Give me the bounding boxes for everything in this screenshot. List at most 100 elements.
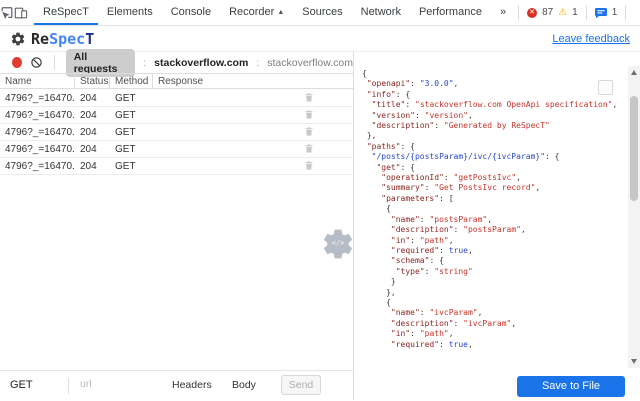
devtools-tab-strip: ReSpecTElements Console Recorder▲ Sources Ne… <box>34 0 515 25</box>
filter-domain-primary[interactable]: stackoverflow.com <box>154 57 248 69</box>
warning-count: 1 <box>572 7 578 18</box>
panel-resize-gear-code-icon[interactable]: </> <box>320 226 356 262</box>
inspect-element-icon[interactable] <box>0 0 14 25</box>
headers-tab[interactable]: Headers <box>172 379 212 391</box>
cell-method: GET <box>110 110 153 121</box>
delete-request-button[interactable] <box>304 143 314 154</box>
send-button[interactable]: Send <box>281 375 321 395</box>
cell-status: 204 <box>75 110 110 121</box>
app-title: ReSpecT <box>31 30 94 48</box>
cell-name: 4796?_=16470... <box>0 110 75 121</box>
tab-console[interactable]: Console <box>162 0 220 25</box>
table-row[interactable]: 4796?_=16470...204GET <box>0 158 353 175</box>
code-line: "title": "stackoverflow.com OpenApi spec… <box>362 100 626 110</box>
tab-performance[interactable]: Performance <box>410 0 491 25</box>
code-line: "in": "path", <box>362 329 626 339</box>
cell-status: 204 <box>75 144 110 155</box>
column-status[interactable]: Status <box>75 74 110 89</box>
tab-elements[interactable]: Elements <box>98 0 162 25</box>
cell-method: GET <box>110 144 153 155</box>
cell-status: 204 <box>75 93 110 104</box>
scroll-up-icon[interactable] <box>631 70 637 75</box>
code-line: "schema": { <box>362 256 626 266</box>
cell-status: 204 <box>75 127 110 138</box>
method-select[interactable]: GET <box>10 379 33 391</box>
json-code[interactable]: { "openapi": "3.0.0", "info": { "title":… <box>354 52 628 350</box>
tab-recorder[interactable]: Recorder▲ <box>220 0 293 25</box>
record-button[interactable] <box>12 57 22 68</box>
table-row[interactable]: 4796?_=16470...204GET <box>0 90 353 107</box>
code-line: "name": "ivcParam", <box>362 308 626 318</box>
tab-label: » <box>500 0 506 25</box>
device-toolbar-icon[interactable] <box>14 0 28 25</box>
scroll-down-icon[interactable] <box>631 359 637 364</box>
request-table-header: Name Status Method Response <box>0 73 353 89</box>
checkbox[interactable] <box>598 80 613 95</box>
delete-request-button[interactable] <box>304 126 314 137</box>
issues-count: 1 <box>612 7 618 18</box>
code-line: "name": "postsParam", <box>362 215 626 225</box>
tab-sources[interactable]: Sources <box>293 0 351 25</box>
tab-label: Console <box>171 0 211 25</box>
column-method[interactable]: Method <box>110 74 153 89</box>
code-line: { <box>362 204 626 214</box>
openapi-spec-panel: { "openapi": "3.0.0", "info": { "title":… <box>353 52 640 400</box>
delete-request-button[interactable] <box>304 160 314 171</box>
filter-domain-secondary[interactable]: stackoverflow.com <box>267 57 353 69</box>
body-tab[interactable]: Body <box>232 379 256 391</box>
filter-separator: : <box>256 57 259 69</box>
tab-network[interactable]: Network <box>352 0 410 25</box>
code-line: "version": "version", <box>362 111 626 121</box>
tab-label: Network <box>361 0 401 25</box>
scrollbar[interactable] <box>628 66 640 368</box>
column-response[interactable]: Response <box>153 74 353 89</box>
filter-separator: : <box>143 57 146 69</box>
respect-logo: ReSpecT <box>10 30 94 48</box>
code-line: "summary": "Get PostsIvc record", <box>362 183 626 193</box>
code-line: }, <box>362 288 626 298</box>
request-rows: 4796?_=16470...204GET4796?_=16470...204G… <box>0 90 353 175</box>
cell-name: 4796?_=16470... <box>0 144 75 155</box>
code-line: "/posts/{postsParam}/ivc/{ivcParam}": { <box>362 152 626 162</box>
settings-gear-icon[interactable] <box>634 0 640 25</box>
warning-icon: ▲ <box>277 0 284 25</box>
error-badge-icon[interactable]: ✕ <box>527 8 537 18</box>
code-line: "paths": { <box>362 142 626 152</box>
table-row[interactable]: 4796?_=16470...204GET <box>0 141 353 158</box>
url-input[interactable] <box>78 377 162 391</box>
code-line: "info": { <box>362 90 626 100</box>
issues-icon[interactable] <box>595 8 607 18</box>
table-row[interactable]: 4796?_=16470...204GET <box>0 107 353 124</box>
tab-label: Performance <box>419 0 482 25</box>
warning-badge-icon[interactable]: ⚠ <box>558 8 567 18</box>
tab-label: Sources <box>302 0 342 25</box>
code-line: "description": "ivcParam", <box>362 319 626 329</box>
code-line: } <box>362 277 626 287</box>
capture-toolbar: All requests : stackoverflow.com : stack… <box>0 52 353 73</box>
divider <box>625 5 626 20</box>
delete-request-button[interactable] <box>304 109 314 120</box>
divider <box>54 55 55 70</box>
save-to-file-button[interactable]: Save to File <box>517 376 625 397</box>
code-line: }, <box>362 131 626 141</box>
code-line: "operationId": "getPostsIvc", <box>362 173 626 183</box>
column-name[interactable]: Name <box>0 74 75 89</box>
leave-feedback-link[interactable]: Leave feedback <box>552 33 630 45</box>
cell-method: GET <box>110 161 153 172</box>
tabbar-right-controls: ✕ 87 ⚠ 1 1 ⋮ <box>515 0 640 25</box>
cell-method: GET <box>110 127 153 138</box>
code-line: { <box>362 298 626 308</box>
code-line: "required": true, <box>362 340 626 350</box>
scrollbar-thumb[interactable] <box>630 96 638 201</box>
tab-respect[interactable]: ReSpecT <box>34 0 98 25</box>
gear-logo-icon <box>10 31 26 47</box>
cell-status: 204 <box>75 161 110 172</box>
delete-request-button[interactable] <box>304 92 314 103</box>
divider <box>68 378 69 394</box>
devtools-tabbar: ReSpecTElements Console Recorder▲ Sources Ne… <box>0 0 640 26</box>
table-row[interactable]: 4796?_=16470...204GET <box>0 124 353 141</box>
code-line: "required": true, <box>362 246 626 256</box>
tab-more[interactable]: » <box>491 0 515 25</box>
cell-method: GET <box>110 93 153 104</box>
clear-icon[interactable] <box>30 56 43 69</box>
